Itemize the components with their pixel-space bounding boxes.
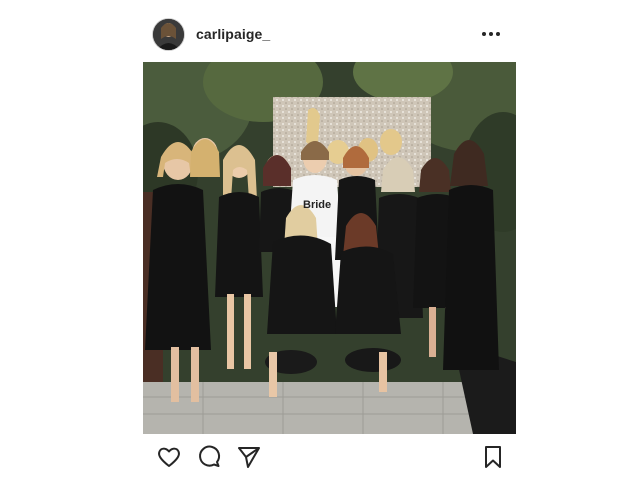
user-avatar[interactable] bbox=[153, 19, 184, 50]
group-photo-illustration: Bride bbox=[143, 62, 516, 434]
more-options-icon[interactable] bbox=[480, 23, 502, 45]
bookmark-icon[interactable] bbox=[480, 444, 506, 470]
post-card: carlipaige_ Bride bbox=[143, 0, 516, 481]
action-bar bbox=[143, 444, 516, 472]
bride-shirt-text: Bride bbox=[303, 199, 331, 211]
instagram-post-screen: carlipaige_ Bride bbox=[0, 0, 620, 481]
send-icon[interactable] bbox=[236, 444, 262, 470]
post-header: carlipaige_ bbox=[143, 17, 516, 53]
comment-icon[interactable] bbox=[196, 444, 222, 470]
avatar-photo bbox=[153, 19, 184, 50]
heart-icon[interactable] bbox=[156, 444, 182, 470]
username-link[interactable]: carlipaige_ bbox=[196, 26, 270, 42]
post-photo[interactable]: Bride bbox=[143, 62, 516, 434]
